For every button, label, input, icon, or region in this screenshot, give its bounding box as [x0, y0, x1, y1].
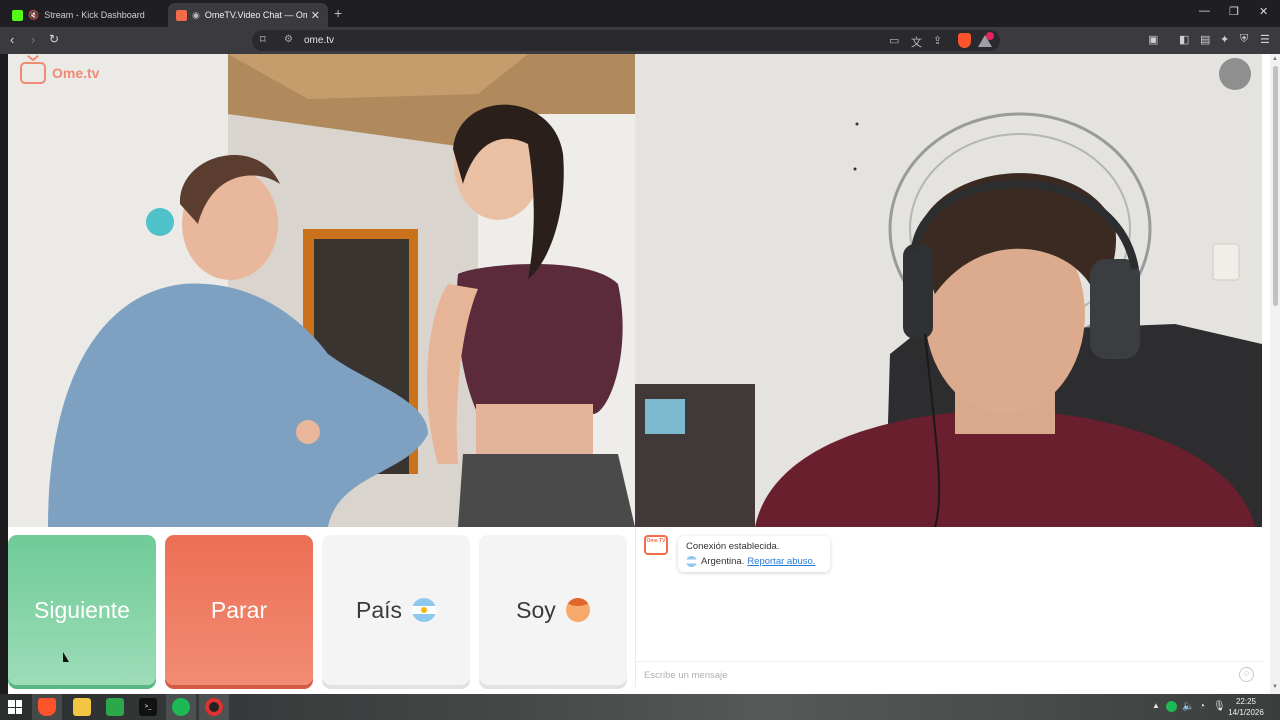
translate-icon[interactable]: 文	[911, 34, 922, 50]
tab-kick-dashboard[interactable]: 🔇 Stream - Kick Dashboard	[4, 3, 166, 27]
clock-date: 14/1/2026	[1228, 708, 1264, 717]
ometv-favicon-icon	[176, 9, 187, 21]
next-button-label: Siguiente	[34, 596, 130, 623]
stranger-video: Ome.tv	[8, 54, 635, 527]
file-explorer-icon[interactable]	[73, 698, 91, 716]
forward-icon[interactable]: ›	[31, 32, 35, 47]
stranger-video-frame	[8, 54, 635, 527]
brave-shield-icon[interactable]	[958, 33, 971, 48]
bookmark-icon[interactable]: ⌑	[260, 33, 266, 46]
partner-country-text: Argentina.	[701, 556, 745, 567]
next-button[interactable]: Siguiente	[8, 535, 156, 685]
reload-icon[interactable]: ↻	[49, 32, 59, 46]
spotify-icon[interactable]	[172, 698, 190, 716]
menu-icon[interactable]: ☰	[1260, 33, 1270, 46]
system-message: Conexión establecida. Argentina. Reporta…	[678, 536, 830, 572]
kick-favicon-icon	[12, 9, 23, 21]
stop-button-label: Parar	[210, 596, 268, 623]
wifi-icon[interactable]: ◔	[1199, 701, 1205, 712]
self-video	[635, 54, 1262, 527]
brave-browser-icon[interactable]	[38, 698, 56, 716]
ometv-bot-avatar: Ome TV	[644, 535, 668, 555]
system-clock[interactable]: 22:25 14/1/2026	[1226, 696, 1266, 718]
stop-button[interactable]: Parar	[165, 535, 313, 685]
url-text: ome.tv	[304, 35, 335, 46]
clock-time: 22:25	[1235, 697, 1257, 706]
volume-icon[interactable]: 🔈	[1182, 701, 1194, 712]
scroll-up-icon[interactable]: ▲	[1272, 56, 1278, 62]
terminal-icon[interactable]: >_	[139, 698, 157, 716]
crypto-wallet-icon[interactable]: ▤	[1200, 33, 1210, 46]
cast-icon[interactable]: ▭	[889, 34, 899, 47]
connection-status-text: Conexión establecida.	[686, 541, 780, 552]
new-tab-button[interactable]: +	[334, 5, 342, 21]
windows-start-icon[interactable]	[8, 700, 22, 714]
back-icon[interactable]: ‹	[10, 32, 14, 47]
male-face-icon	[565, 598, 590, 622]
obs-recording-icon[interactable]	[205, 698, 223, 716]
browser-tab-strip: 🔇 Stream - Kick Dashboard ◉ OmeTV.Video …	[0, 0, 1280, 27]
ometv-page: Ome.tv Siguiente Parar País Soy Ome TV C…	[8, 54, 1270, 694]
mouse-cursor-icon	[63, 652, 69, 662]
vpn-icon[interactable]: ⛨	[1240, 33, 1248, 46]
gender-button-label: Soy	[516, 596, 556, 623]
scroll-down-icon[interactable]: ▼	[1272, 684, 1278, 690]
leo-ai-icon[interactable]: ✦	[1220, 33, 1229, 46]
address-bar[interactable]: ⌑ ⚙ ome.tv ▭ 文 ⇪	[252, 30, 1000, 51]
recording-dot-icon: ◉	[192, 9, 200, 20]
wallet-icon[interactable]: ▣	[1148, 33, 1158, 46]
tv-logo-icon	[20, 62, 46, 84]
spotify-tray-icon[interactable]	[1166, 701, 1177, 712]
ometv-logo[interactable]: Ome.tv	[20, 62, 99, 84]
restore-icon[interactable]: ❐	[1229, 5, 1239, 18]
tab-title: Stream - Kick Dashboard	[44, 10, 145, 20]
tray-overflow-icon[interactable]: ▲	[1152, 701, 1160, 710]
windows-taskbar: >_ ▲ 🔈 ◔ 🎙 22:25 14/1/2026	[0, 694, 1280, 720]
muted-speaker-icon[interactable]: 🔇	[28, 10, 39, 21]
logo-text: Ome.tv	[52, 65, 100, 81]
country-filter-button[interactable]: País	[322, 535, 470, 685]
browser-toolbar: ‹ › ↻ ⌑ ⚙ ome.tv ▭ 文 ⇪ ▣ ◧ ▤ ✦ ⛨ ☰	[0, 27, 1280, 54]
close-window-icon[interactable]: ✕	[1259, 5, 1268, 18]
tab-title: OmeTV.Video Chat — Omegl	[204, 10, 307, 20]
gender-select-button[interactable]: Soy	[479, 535, 627, 685]
minimize-icon[interactable]: —	[1199, 5, 1210, 17]
chat-panel: Ome TV Conexión establecida. Argentina. …	[635, 527, 1263, 687]
site-settings-icon[interactable]: ⚙	[284, 34, 293, 45]
close-tab-icon[interactable]: ✕	[311, 9, 320, 22]
scrollbar-thumb[interactable]	[1273, 66, 1278, 306]
emoji-picker-icon[interactable]: ☺	[1239, 667, 1254, 682]
message-input[interactable]	[644, 667, 1224, 683]
page-scrollbar[interactable]: ▲ ▼	[1270, 54, 1280, 694]
app-icon[interactable]	[106, 698, 124, 716]
share-icon[interactable]: ⇪	[933, 34, 942, 47]
country-button-label: País	[355, 596, 403, 623]
message-composer: ☺	[636, 661, 1263, 685]
tab-ometv[interactable]: ◉ OmeTV.Video Chat — Omegl ✕	[168, 3, 328, 27]
sidebar-icon[interactable]: ◧	[1179, 33, 1189, 46]
self-video-frame	[635, 54, 1262, 527]
brave-rewards-icon[interactable]	[978, 32, 994, 48]
argentina-flag-icon	[686, 556, 697, 567]
argentina-flag-icon	[412, 598, 437, 622]
microphone-icon[interactable]: 🎙	[1213, 701, 1226, 712]
report-abuse-link[interactable]: Reportar abuso.	[747, 556, 815, 567]
